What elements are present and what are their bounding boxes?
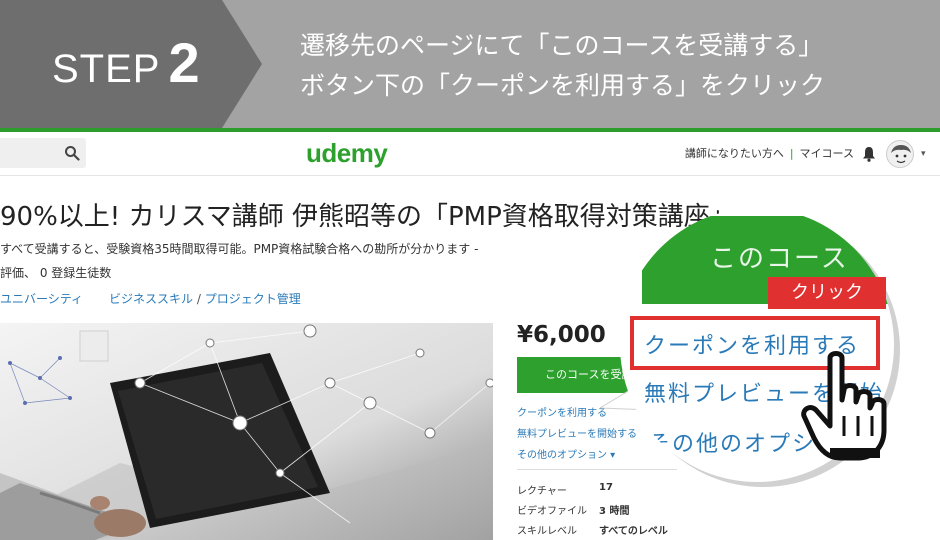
category-link-pm[interactable]: プロジェクト管理 — [205, 292, 301, 306]
course-rating: 評価、 0 登録生徒数 — [0, 266, 112, 280]
meta-value: 17 — [599, 482, 613, 493]
step-number: 2 — [168, 31, 200, 94]
instruction-line-1: 遷移先のページにて「このコースを受講する」 — [300, 31, 824, 60]
meta-row-skill: スキルレベル すべてのレベル — [517, 522, 668, 537]
course-title: 90%以上! カリスマ講師 伊熊昭等の「PMP資格取得対策講座」 — [0, 202, 736, 232]
instruction-line-2: ボタン下の「クーポンを利用する」をクリック — [300, 71, 826, 100]
search-icon[interactable] — [64, 145, 80, 161]
course-image[interactable] — [0, 323, 493, 540]
my-courses-link[interactable]: マイコース — [800, 147, 854, 160]
step-label: STEP 2 — [52, 30, 200, 95]
search-input[interactable] — [0, 138, 86, 168]
course-price: ¥6,000 — [517, 322, 606, 348]
free-preview-link[interactable]: 無料プレビューを開始する — [517, 425, 637, 440]
click-badge: クリック — [768, 277, 886, 309]
bell-icon[interactable] — [862, 146, 876, 162]
header-nav: 講師になりたい方へ | マイコース — [685, 145, 854, 161]
user-avatar[interactable] — [886, 140, 914, 168]
instruction-text: 遷移先のページにて「このコースを受講する」 ボタン下の「クーポンを利用する」をク… — [300, 26, 825, 106]
nav-separator: | — [789, 147, 794, 160]
panel-divider — [517, 469, 677, 470]
teach-link[interactable]: 講師になりたい方へ — [685, 147, 784, 160]
meta-label: ビデオファイル — [517, 506, 587, 517]
breadcrumb-separator: / — [193, 292, 205, 306]
category-link-university[interactable]: ユニバーシティ — [0, 292, 83, 306]
laptop-network-image — [0, 323, 493, 540]
meta-label: スキルレベル — [517, 526, 577, 537]
meta-value: 3 時間 — [599, 506, 630, 517]
zoom-enroll-text: このコース — [710, 244, 849, 274]
meta-row-lectures: レクチャー 17 — [517, 482, 613, 497]
instruction-banner: STEP 2 遷移先のページにて「このコースを受講する」 ボタン下の「クーポンを利… — [0, 0, 940, 128]
site-header: udemy 講師になりたい方へ | マイコース ▾ — [0, 132, 940, 176]
pointing-hand-icon — [801, 351, 887, 461]
user-menu-caret-icon[interactable]: ▾ — [921, 149, 926, 159]
meta-value: すべてのレベル — [599, 526, 668, 537]
avatar-face-icon — [891, 145, 911, 164]
meta-row-video: ビデオファイル 3 時間 — [517, 502, 629, 517]
coupon-link[interactable]: クーポンを利用する — [517, 404, 607, 419]
course-subtitle: すべて受講すると、受験資格35時間取得可能。PMP資格試験合格への勘所が分かりま… — [0, 242, 479, 256]
udemy-logo[interactable]: udemy — [306, 138, 388, 169]
category-link-business[interactable]: ビジネススキル — [109, 292, 193, 306]
meta-label: レクチャー — [517, 486, 567, 497]
other-options-link[interactable]: その他のオプション ▾ — [517, 446, 615, 461]
step-word: STEP — [52, 47, 161, 91]
breadcrumb: ユニバーシティ ビジネススキル / プロジェクト管理 — [0, 290, 301, 307]
